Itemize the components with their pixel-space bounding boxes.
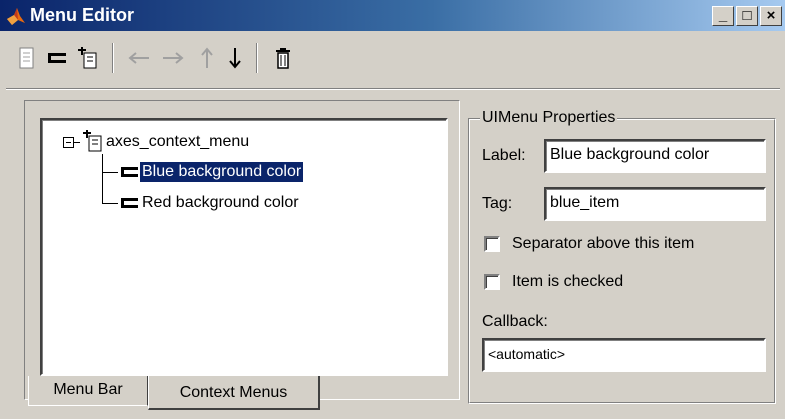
label-field[interactable]: Blue background color xyxy=(544,139,766,173)
label-caption: Label: xyxy=(482,147,526,164)
tab-context-menus[interactable]: Context Menus xyxy=(148,376,320,410)
matlab-logo-icon xyxy=(6,6,26,26)
toolbar-divider xyxy=(6,88,780,90)
tree-root-label[interactable]: axes_context_menu xyxy=(106,132,249,152)
new-menu-item-icon[interactable] xyxy=(44,45,70,71)
menu-editor-window: Menu Editor _ □ × axes_context_menu Blue… xyxy=(0,0,785,419)
separator-checkbox[interactable] xyxy=(484,236,500,252)
close-button[interactable]: × xyxy=(760,6,782,26)
separator-label: Separator above this item xyxy=(512,235,695,252)
move-right-icon[interactable] xyxy=(160,45,186,71)
delete-icon[interactable] xyxy=(270,45,296,71)
item-checked-label: Item is checked xyxy=(512,273,624,290)
context-menu-node-icon xyxy=(82,130,104,157)
tree-item-blue[interactable]: Blue background color xyxy=(140,162,304,182)
tag-field[interactable]: blue_item xyxy=(544,187,766,221)
properties-group-title: UIMenu Properties xyxy=(480,108,618,128)
window-title: Menu Editor xyxy=(30,5,134,25)
tab-menu-bar[interactable]: Menu Bar xyxy=(28,376,148,406)
callback-field[interactable]: <automatic> xyxy=(482,338,766,372)
move-up-icon[interactable] xyxy=(194,45,220,71)
menu-item-node-icon xyxy=(120,195,140,216)
callback-caption: Callback: xyxy=(482,313,548,330)
tag-caption: Tag: xyxy=(482,195,513,212)
item-checked-checkbox[interactable] xyxy=(484,274,500,290)
toolbar-separator xyxy=(112,43,114,73)
toolbar-separator xyxy=(256,43,258,73)
title-bar[interactable]: Menu Editor _ □ × xyxy=(0,0,785,31)
move-down-icon[interactable] xyxy=(222,45,248,71)
tree-lines xyxy=(63,137,118,204)
new-menu-icon[interactable] xyxy=(14,45,40,71)
new-context-menu-icon[interactable] xyxy=(74,45,100,71)
minimize-button[interactable]: _ xyxy=(712,6,734,26)
tree-item-red[interactable]: Red background color xyxy=(142,193,299,213)
maximize-button[interactable]: □ xyxy=(736,6,758,26)
menu-item-node-icon xyxy=(120,164,140,185)
menu-tree[interactable]: axes_context_menu Blue background color … xyxy=(40,118,448,376)
toolbar xyxy=(0,31,785,83)
move-left-icon[interactable] xyxy=(126,45,152,71)
